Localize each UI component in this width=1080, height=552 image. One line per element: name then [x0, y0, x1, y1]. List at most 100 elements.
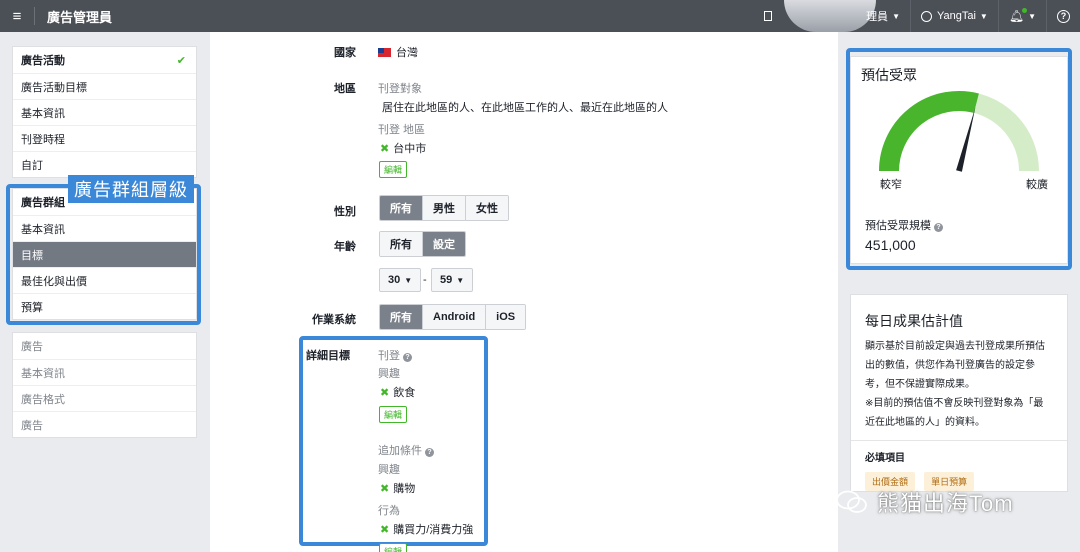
nav-item-ad-creative[interactable]: 廣告	[13, 411, 196, 437]
nav-label: 刊登時程	[21, 133, 65, 146]
behavior-chip: ✖ 購買力/消費力強	[380, 521, 473, 537]
remove-x-icon[interactable]: ✖	[380, 524, 389, 536]
nav-item-campaign[interactable]: 廣告活動 ✔	[13, 47, 196, 73]
desc-line: 考，但不保證實際成果。	[865, 379, 975, 390]
nav-label: 自訂	[21, 159, 43, 172]
include-heading-text: 刊登	[378, 350, 400, 362]
nav-item-ad[interactable]: 廣告	[13, 333, 196, 359]
behavior-heading: 行為	[378, 505, 400, 517]
caret-down-icon: ▼	[1028, 11, 1036, 21]
note-line: ※目前的預估值不會反映刊登對象為「最	[865, 398, 1044, 409]
age-custom-option[interactable]: 設定	[422, 232, 465, 256]
interest2-chip: ✖ 購物	[380, 480, 415, 496]
nav-label: 目標	[21, 249, 43, 262]
user-avatar-icon	[920, 10, 932, 22]
user-name: YangTai	[936, 10, 976, 22]
audience-size-value: 451,000	[865, 237, 916, 253]
top-bar: ≡ 廣告管理員 理員 ▼ YangTai ▼ 🔔︎ ▼ ?	[0, 0, 1080, 32]
audience-size-label-text: 預估受眾規模	[865, 220, 931, 232]
check-icon: ✔	[176, 54, 186, 67]
caret-down-icon: ▼	[892, 11, 900, 21]
help-question-icon[interactable]: ?	[403, 353, 412, 362]
edit-interests-button[interactable]: 編輯	[379, 406, 408, 423]
gauge-needle	[956, 107, 976, 172]
gender-male-option[interactable]: 男性	[422, 196, 465, 220]
wechat-logo-icon	[836, 490, 867, 513]
country-value: 台灣	[378, 44, 418, 60]
os-android-option[interactable]: Android	[422, 305, 486, 329]
os-label: 作業系統	[312, 314, 356, 326]
behavior-text: 購買力/消費力強	[393, 524, 474, 536]
edit-narrow-button[interactable]: 編輯	[379, 543, 408, 552]
user-menu[interactable]: YangTai ▼	[909, 0, 998, 32]
divider	[851, 440, 1067, 441]
hamburger-menu-icon[interactable]: ≡	[0, 8, 34, 25]
audience-size-label: 預估受眾規模?	[865, 217, 943, 233]
nav-item-schedule[interactable]: 刊登時程	[13, 125, 196, 151]
nav-label: 廣告活動	[21, 55, 65, 67]
account-label: 理員	[866, 11, 889, 23]
right-column: 預估受眾 較窄 較廣 預估受眾規模? 451,000 每日成果估計值 顯示基於目…	[838, 32, 1080, 552]
business-menu[interactable]: 理員 ▼	[754, 0, 910, 32]
remove-x-icon[interactable]: ✖	[380, 483, 389, 495]
edit-locations-button[interactable]: 編輯	[379, 161, 408, 178]
nav-item-adset-basic-info[interactable]: 基本資訊	[13, 215, 196, 241]
nav-item-custom[interactable]: 自訂	[13, 151, 196, 177]
caret-down-icon: ▼	[979, 11, 988, 21]
nav-label: 廣告	[21, 341, 43, 353]
age-all-option[interactable]: 所有	[380, 232, 422, 256]
notification-dot	[1022, 8, 1028, 13]
nav-item-budget[interactable]: 預算	[13, 293, 196, 319]
age-dash: -	[423, 274, 427, 286]
desc-line: 出的數值，供您作為刊登廣告的設定參	[865, 360, 1035, 371]
blurred-account-area	[784, 0, 877, 32]
help-question-icon[interactable]: ?	[425, 448, 434, 457]
nav-item-ad-format[interactable]: 廣告格式	[13, 385, 196, 411]
help-icon: ?	[1057, 9, 1070, 23]
country-label: 國家	[334, 47, 356, 59]
include-heading: 刊登?	[378, 347, 412, 363]
interest2-text: 購物	[393, 483, 416, 495]
nav-label: 廣告格式	[21, 393, 65, 406]
country-text: 台灣	[396, 47, 418, 59]
help-button[interactable]: ?	[1046, 0, 1080, 32]
nav-label: 廣告群組	[21, 197, 65, 209]
nav-item-campaign-objective[interactable]: 廣告活動目標	[13, 73, 196, 99]
nav-item-ad-basic-info[interactable]: 基本資訊	[13, 359, 196, 385]
bell-icon: 🔔︎	[1009, 8, 1028, 23]
age-max-dropdown[interactable]: 59 ▼	[431, 268, 474, 292]
interest-heading: 興趣	[378, 368, 400, 380]
left-navigation: 廣告活動 ✔ 廣告活動目標 基本資訊 刊登時程 自訂 廣告群組 基本資訊 目標 …	[0, 32, 210, 552]
adset-level-annotation: 廣告群組層級	[68, 175, 194, 203]
remove-x-icon[interactable]: ✖	[380, 143, 389, 155]
age-label: 年齡	[334, 241, 356, 253]
nav-label: 基本資訊	[21, 223, 65, 236]
locations-heading: 刊登 地區	[378, 124, 426, 136]
gender-all-option[interactable]: 所有	[380, 196, 422, 220]
ad-nav-group: 廣告 基本資訊 廣告格式 廣告	[12, 332, 197, 438]
os-all-option[interactable]: 所有	[380, 305, 422, 329]
adset-nav-group: 廣告群組 基本資訊 目標 最佳化與出價 預算	[12, 188, 197, 320]
audience-card-title: 預估受眾	[861, 67, 917, 83]
gender-female-option[interactable]: 女性	[465, 196, 508, 220]
divider	[34, 7, 35, 25]
caret-down-icon: ▼	[404, 275, 413, 285]
nav-item-basic-info[interactable]: 基本資訊	[13, 99, 196, 125]
nav-item-optimization-bidding[interactable]: 最佳化與出價	[13, 267, 196, 293]
nav-item-targeting[interactable]: 目標	[13, 241, 196, 267]
help-question-icon[interactable]: ?	[934, 223, 943, 232]
age-min-dropdown[interactable]: 30 ▼	[379, 268, 422, 292]
os-ios-option[interactable]: iOS	[485, 305, 526, 329]
daily-results-card: 每日成果估計值 顯示基於目前設定與過去刊登成果所預估 出的數值，供您作為刊登廣告…	[850, 294, 1068, 492]
location-text: 台中市	[393, 143, 427, 155]
watermark: 熊猫出海Tom	[835, 486, 1014, 518]
nav-label: 基本資訊	[21, 367, 65, 380]
nav-label: 基本資訊	[21, 107, 65, 120]
os-selector: 所有 Android iOS	[379, 304, 527, 330]
notifications-button[interactable]: 🔔︎ ▼	[997, 0, 1046, 32]
gauge-broad-label: 較廣	[1026, 179, 1048, 191]
remove-x-icon[interactable]: ✖	[380, 387, 389, 399]
interest-chip: ✖ 飲食	[380, 384, 415, 400]
nav-label: 廣告活動目標	[21, 81, 87, 94]
targeting-panel: 國家 台灣 地區 刊登對象 居住在此地區的人、在此地區工作的人、最近在此地區的人…	[210, 32, 838, 552]
